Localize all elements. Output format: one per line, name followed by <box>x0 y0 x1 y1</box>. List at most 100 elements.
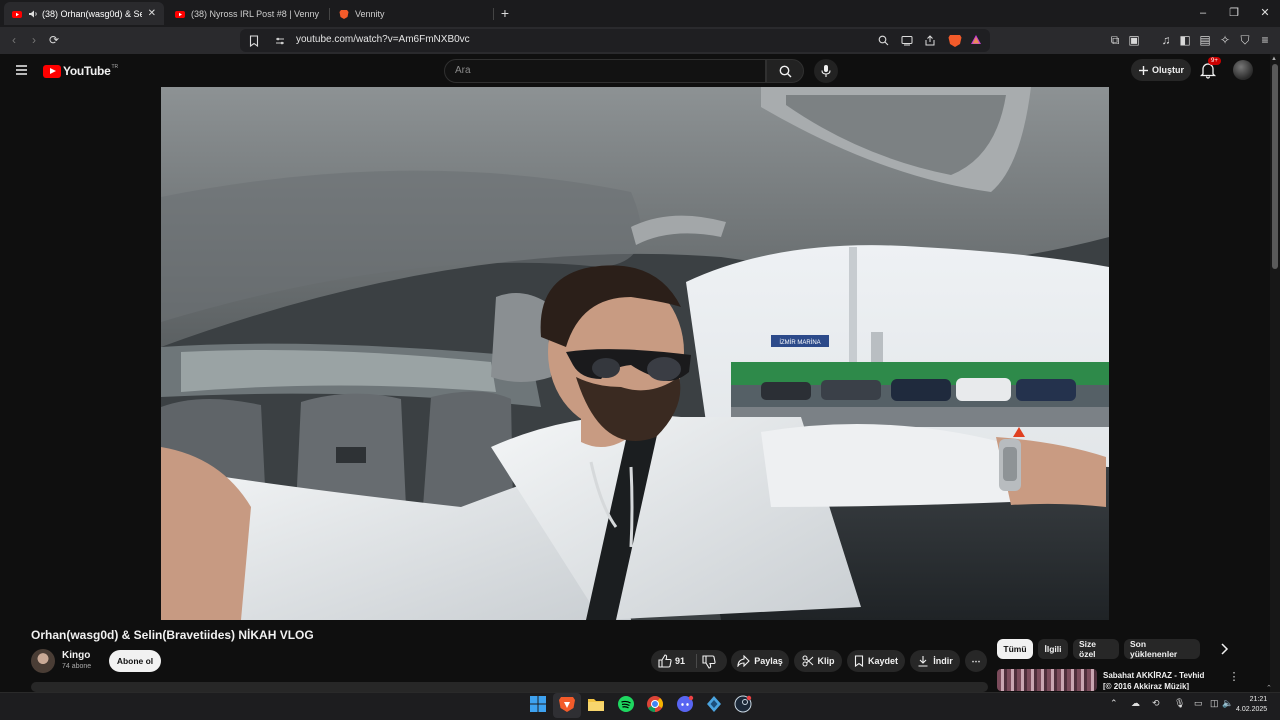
tray-network-icon[interactable]: ◫ <box>1210 698 1219 709</box>
file-explorer-icon[interactable] <box>587 695 605 713</box>
tab-inactive[interactable]: (38) Nyross IRL Post #8 | VennyV - Yo <box>167 2 327 25</box>
windows-start-icon[interactable] <box>529 695 547 713</box>
search-placeholder: Ara <box>455 65 471 76</box>
hamburger-menu-icon[interactable] <box>15 64 28 76</box>
subscriber-count: 74 abone <box>62 663 92 670</box>
discord-icon[interactable] <box>676 695 694 713</box>
plus-icon <box>1138 65 1148 75</box>
vpn-shield-icon[interactable]: ⛉ <box>1237 32 1253 48</box>
country-code: TR <box>111 64 119 70</box>
scrollbar-thumb[interactable] <box>1272 64 1278 269</box>
site-settings-icon[interactable] <box>275 36 285 46</box>
spotify-icon[interactable] <box>617 695 635 713</box>
user-avatar[interactable] <box>1233 60 1253 80</box>
scissors-icon <box>802 655 813 667</box>
scroll-down-arrow-icon[interactable]: ⌃ <box>1266 684 1272 692</box>
like-divider <box>696 654 697 668</box>
video-frame: İZMİR MARİNA <box>161 87 1109 620</box>
chip-for-you[interactable]: Size özel <box>1073 639 1119 659</box>
browser-toolbar: ‹ › ⟳ youtube.com/watch?v=Am6FmNXB0vc ⧉ … <box>0 27 1280 54</box>
youtube-logo[interactable]: YouTube TR <box>43 64 118 78</box>
share-page-icon[interactable] <box>924 35 936 46</box>
brave-rewards-icon[interactable] <box>970 34 982 46</box>
like-button-thumbs-up-icon[interactable] <box>658 654 672 668</box>
forward-arrow-icon[interactable]: › <box>26 32 42 48</box>
close-window-button[interactable]: ✕ <box>1257 5 1273 21</box>
voice-search-button[interactable] <box>814 59 838 83</box>
brave-browser-icon[interactable] <box>558 695 576 713</box>
tray-volume-icon[interactable]: 🔈 <box>1222 698 1233 709</box>
create-button[interactable]: Oluştur <box>1131 59 1191 81</box>
video-player[interactable]: İZMİR MARİNA <box>161 87 1109 620</box>
tab-divider <box>493 8 494 20</box>
screenshot-icon[interactable]: ▣ <box>1126 32 1142 48</box>
search-button[interactable] <box>766 59 804 83</box>
chip-recent-uploads[interactable]: Son yüklenenler <box>1124 639 1200 659</box>
chip-all[interactable]: Tümü <box>997 639 1033 659</box>
recommendation-thumbnail[interactable] <box>997 669 1097 691</box>
bookmark-icon[interactable] <box>249 35 259 47</box>
steam-icon[interactable] <box>734 695 752 713</box>
extensions-icon[interactable]: ⧉ <box>1107 32 1123 48</box>
description-box[interactable] <box>31 682 988 692</box>
clip-button[interactable]: Klip <box>794 650 842 672</box>
address-bar[interactable]: youtube.com/watch?v=Am6FmNXB0vc <box>240 29 990 52</box>
recommendation-more-icon[interactable]: ⋮ <box>1228 670 1240 684</box>
share-button[interactable]: Paylaş <box>731 650 789 672</box>
network-app-icon[interactable] <box>705 695 723 713</box>
recommendation-title[interactable]: Sabahat AKKİRAZ - Tevhid [© 2016 Akkiraz… <box>1103 670 1215 690</box>
leo-ai-icon[interactable]: ✧ <box>1217 32 1233 48</box>
windows-taskbar <box>0 692 1280 720</box>
zoom-icon[interactable] <box>878 35 889 46</box>
close-tab-icon[interactable]: ✕ <box>148 8 156 19</box>
download-button[interactable]: İndir <box>910 650 960 672</box>
bookmark-save-icon <box>854 655 864 667</box>
dislike-button-thumbs-down-icon[interactable] <box>702 655 716 669</box>
microphone-icon <box>821 65 831 77</box>
brave-shields-icon[interactable] <box>948 33 962 48</box>
share-label: Paylaş <box>754 656 783 666</box>
tray-mic-icon[interactable]: 🎙 <box>1174 698 1185 709</box>
chevron-right-icon[interactable] <box>1216 641 1232 657</box>
tray-display-icon[interactable]: ▭ <box>1194 698 1203 709</box>
youtube-favicon-icon <box>12 10 22 18</box>
cast-icon[interactable] <box>901 35 913 46</box>
menu-icon[interactable]: ≡ <box>1257 32 1273 48</box>
chip-related[interactable]: İlgili <box>1038 639 1068 659</box>
channel-name[interactable]: Kingo <box>62 650 90 661</box>
channel-avatar[interactable] <box>31 649 55 673</box>
brave-favicon-icon <box>339 9 349 19</box>
tab-title: Vennity <box>355 8 385 19</box>
save-label: Kaydet <box>867 656 898 666</box>
clock-time: 21:21 <box>1249 696 1268 703</box>
video-title: Orhan(wasg0d) & Selin(Bravetiides) NİKAH… <box>31 628 314 642</box>
create-label: Oluştur <box>1151 65 1184 75</box>
media-icon[interactable]: ♫ <box>1158 32 1174 48</box>
wallet-icon[interactable]: ▤ <box>1197 32 1213 48</box>
save-button[interactable]: Kaydet <box>847 650 905 672</box>
tab-inactive[interactable]: Vennity <box>331 2 493 25</box>
subscribe-button[interactable]: Abone ol <box>109 650 161 672</box>
search-input[interactable]: Ara <box>444 59 766 83</box>
tray-overflow-chevron-icon[interactable]: ⌃ <box>1110 698 1118 709</box>
tray-app-icon[interactable]: ☁ <box>1131 698 1140 709</box>
more-actions-button[interactable]: ⋯ <box>965 650 987 672</box>
restore-button[interactable]: ❐ <box>1226 5 1242 21</box>
youtube-header: YouTube TR Ara Oluştur 9+ <box>0 54 1270 87</box>
chrome-icon[interactable] <box>646 695 664 713</box>
scroll-up-arrow-icon[interactable]: ▲ <box>1271 56 1277 62</box>
sidebar-toggle-icon[interactable]: ◧ <box>1177 32 1193 48</box>
download-label: İndir <box>933 656 953 666</box>
back-arrow-icon[interactable]: ‹ <box>6 32 22 48</box>
minimize-button[interactable]: – <box>1195 5 1211 21</box>
taskbar-clock[interactable]: 21:21 4.02.2025 <box>1236 695 1267 715</box>
tab-title: (38) Nyross IRL Post #8 | VennyV - Yo <box>191 8 319 19</box>
tab-divider <box>329 8 330 20</box>
marina-sign-text: İZMİR MARİNA <box>779 339 820 346</box>
new-tab-button[interactable]: + <box>497 5 513 21</box>
tab-active[interactable]: (38) Orhan(wasg0d) & Selin(B ✕ <box>4 2 164 25</box>
reload-icon[interactable]: ⟳ <box>46 32 62 48</box>
search-icon <box>779 65 792 78</box>
tab-title: (38) Orhan(wasg0d) & Selin(B <box>42 8 142 19</box>
tray-sync-icon[interactable]: ⟲ <box>1152 698 1160 709</box>
